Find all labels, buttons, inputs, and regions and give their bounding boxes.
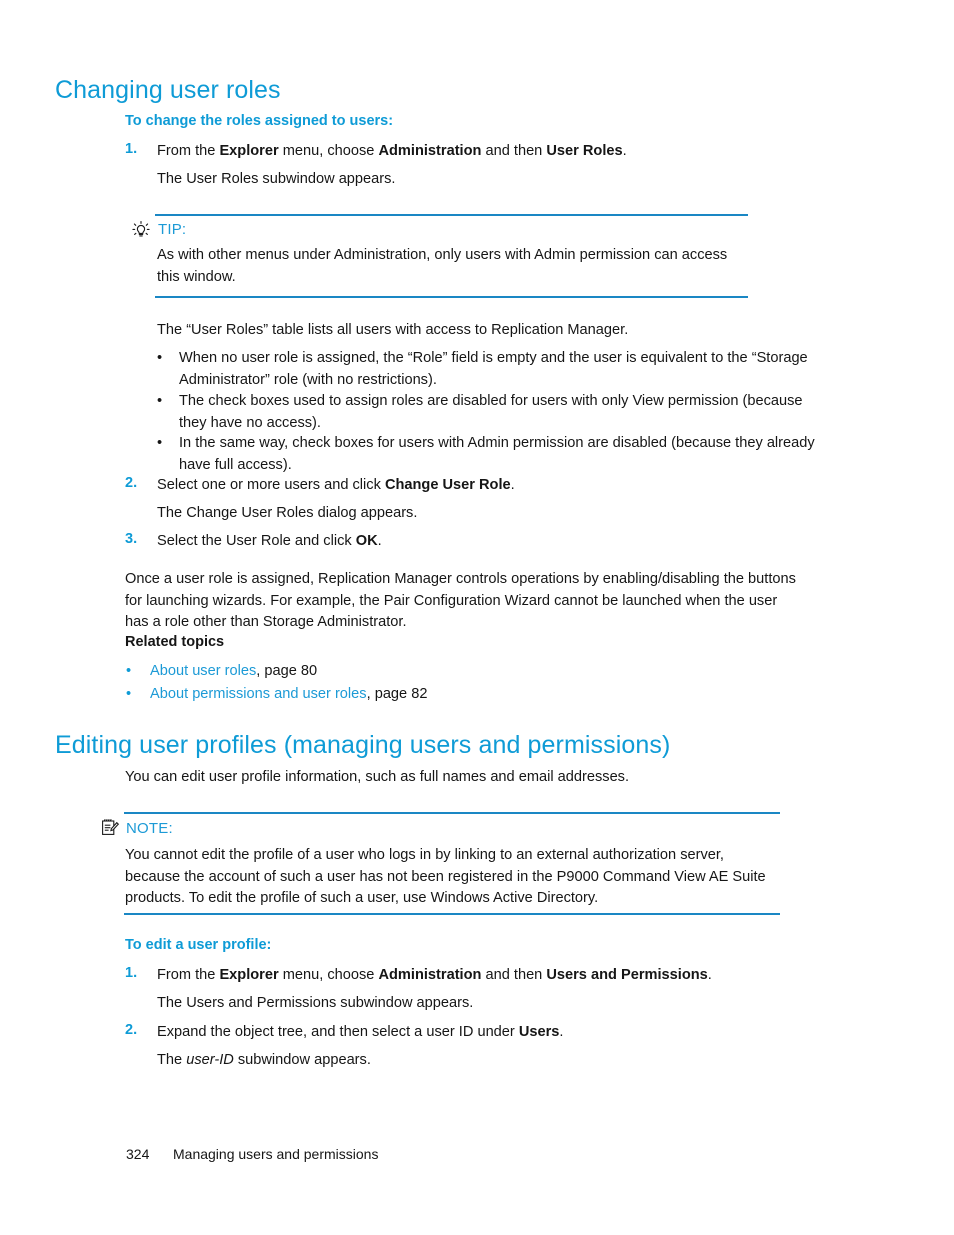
step-number: 2. xyxy=(125,1022,138,1038)
step-text-bold-ok: OK xyxy=(355,533,378,549)
step-text: From the Explorer menu, choose Administr… xyxy=(157,141,797,163)
page-title-changing-user-roles: Changing user roles xyxy=(55,76,281,104)
step-text-lead: From the xyxy=(157,967,220,983)
bullet-icon: • xyxy=(157,435,163,451)
step-text-tail: . xyxy=(559,1024,564,1040)
step-text-tail: . xyxy=(622,143,627,159)
step-text: From the Explorer menu, choose Administr… xyxy=(157,965,797,987)
list-item-text: The check boxes used to assign roles are… xyxy=(179,393,803,431)
step-text-bold-administration: Administration xyxy=(378,967,482,983)
step-number: 1. xyxy=(125,965,138,981)
step-result: The Users and Permissions subwindow appe… xyxy=(157,995,474,1011)
related-topic-page: , page 80 xyxy=(256,663,318,679)
lightbulb-icon xyxy=(131,220,151,240)
step-text-tail: . xyxy=(707,967,712,983)
step-text-bold-administration: Administration xyxy=(378,143,482,159)
bullet-icon: • xyxy=(157,393,163,409)
tip-box-bottom-rule xyxy=(155,296,748,298)
step-result: The User Roles subwindow appears. xyxy=(157,171,396,187)
step-result-italic-user-id: user-ID xyxy=(186,1052,234,1068)
step-text-bold-users: Users xyxy=(518,1024,560,1040)
step-number: 2. xyxy=(125,475,138,491)
note-body: You cannot edit the profile of a user wh… xyxy=(125,847,766,906)
tip-box-top-rule xyxy=(155,214,748,216)
step-text-lead: Select one or more users and click xyxy=(157,477,385,493)
tip-label: TIP: xyxy=(158,221,187,238)
note-box-bottom-rule xyxy=(124,913,780,915)
step-text-lead: From the xyxy=(157,143,220,159)
step-text-mid1: menu, choose xyxy=(278,143,379,159)
note-label: NOTE: xyxy=(126,820,173,837)
page-title-editing-user-profiles: Editing user profiles (managing users an… xyxy=(55,731,671,759)
step-text: Select the User Role and click OK. xyxy=(157,531,797,553)
user-roles-table-intro: The “User Roles” table lists all users w… xyxy=(157,322,629,338)
step-text-lead: Select the User Role and click xyxy=(157,533,356,549)
step-text-lead: Expand the object tree, and then select … xyxy=(157,1024,519,1040)
list-item-text: When no user role is assigned, the “Role… xyxy=(179,350,808,388)
step-text-mid2: and then xyxy=(481,967,547,983)
procedure-heading-edit-profile: To edit a user profile: xyxy=(125,937,272,953)
step-text-tail: . xyxy=(377,533,382,549)
related-topic-body: About user roles, page 80 xyxy=(150,661,317,683)
step-text: Select one or more users and click Chang… xyxy=(157,475,797,497)
link-about-user-roles[interactable]: About user roles xyxy=(150,663,256,679)
step-number: 1. xyxy=(125,141,138,157)
bullet-icon: • xyxy=(126,663,132,679)
step-text-tail: . xyxy=(510,477,515,493)
step-number: 3. xyxy=(125,531,138,547)
step-text-bold-explorer: Explorer xyxy=(219,143,279,159)
step-text-bold-users-and-permissions: Users and Permissions xyxy=(546,967,708,983)
step-text: Expand the object tree, and then select … xyxy=(157,1022,797,1044)
step-text-bold-change-user-role: Change User Role xyxy=(384,477,511,493)
footer-running-title: Managing users and permissions xyxy=(173,1146,379,1162)
closing-paragraph: Once a user role is assigned, Replicatio… xyxy=(125,571,796,630)
notepad-pen-icon xyxy=(100,817,120,837)
list-item-text: In the same way, check boxes for users w… xyxy=(179,435,815,473)
related-topics-heading: Related topics xyxy=(125,634,225,650)
procedure-heading-change-roles: To change the roles assigned to users: xyxy=(125,113,394,129)
step-result: The user-ID subwindow appears. xyxy=(157,1050,797,1072)
step-text-mid1: menu, choose xyxy=(278,967,379,983)
step-result: The Change User Roles dialog appears. xyxy=(157,505,418,521)
bullet-icon: • xyxy=(157,350,163,366)
tip-body: As with other menus under Administration… xyxy=(157,247,728,285)
link-about-permissions-and-user-roles[interactable]: About permissions and user roles xyxy=(150,686,367,702)
related-topic-page: , page 82 xyxy=(366,686,428,702)
step-text-bold-user-roles: User Roles xyxy=(546,143,623,159)
editing-profiles-intro: You can edit user profile information, s… xyxy=(125,769,630,785)
related-topic-body: About permissions and user roles, page 8… xyxy=(150,684,427,706)
step-text-bold-explorer: Explorer xyxy=(219,967,279,983)
step-result-pre: The xyxy=(157,1052,187,1068)
step-result-post: subwindow appears. xyxy=(233,1052,371,1068)
note-box-top-rule xyxy=(124,812,780,814)
bullet-icon: • xyxy=(126,686,132,702)
footer-page-number: 324 xyxy=(126,1146,150,1162)
step-text-mid2: and then xyxy=(481,143,547,159)
document-page: Changing user roles To change the roles … xyxy=(0,0,954,1235)
